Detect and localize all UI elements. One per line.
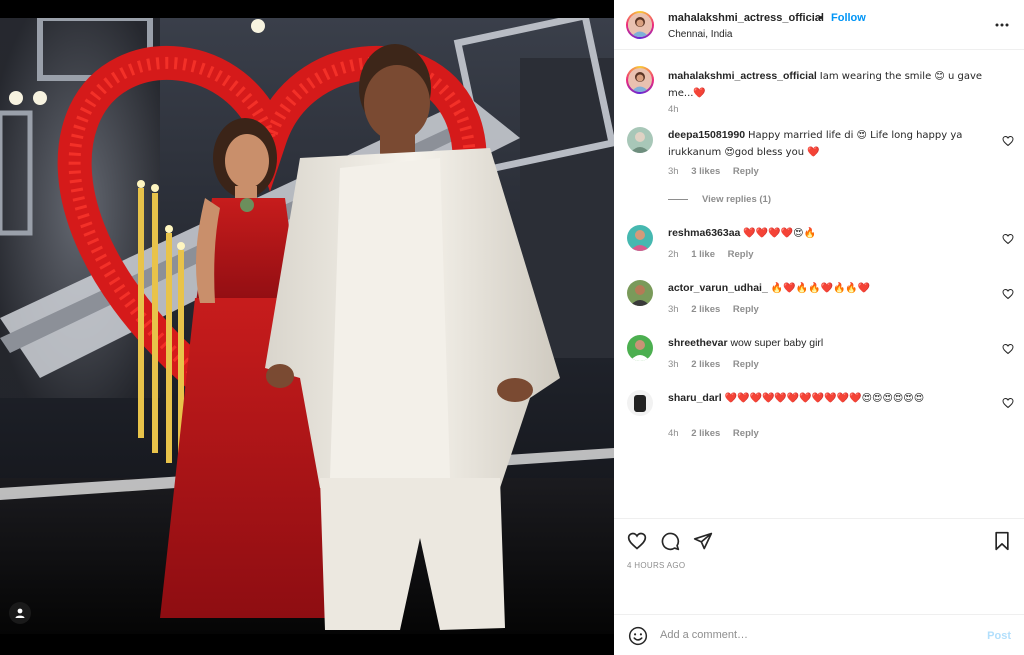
comment-text: ❤️❤️❤️❤️❤️❤️❤️❤️❤️❤️❤️😍😍😍😍😍😍 <box>724 393 925 404</box>
reply-button[interactable]: Reply <box>733 304 759 315</box>
reply-button[interactable]: Reply <box>733 428 759 439</box>
save-bookmark-icon[interactable] <box>992 531 1012 551</box>
add-comment-input[interactable] <box>660 624 970 646</box>
comment-text: 🔥❤️🔥🔥❤️🔥🔥❤️ <box>770 283 871 294</box>
comment-meta: 3h 2 likes Reply <box>668 359 769 370</box>
reply-button[interactable]: Reply <box>733 166 759 177</box>
caption: mahalakshmi_actress_official Iam wearing… <box>614 64 1024 119</box>
comment-time[interactable]: 3h <box>668 304 679 315</box>
commenter-avatar[interactable] <box>627 225 653 251</box>
comment-text-block: deepa15081990 Happy married life di 😍 Li… <box>668 127 988 161</box>
replies-divider-line <box>668 198 688 200</box>
comment-username[interactable]: actor_varun_udhai_ <box>668 282 768 294</box>
tagged-users-icon[interactable] <box>9 602 31 624</box>
caption-username[interactable]: mahalakshmi_actress_official <box>668 70 817 82</box>
caption-time[interactable]: 4h <box>668 104 679 115</box>
comment-likes[interactable]: 2 likes <box>691 304 720 315</box>
comment-likes[interactable]: 1 like <box>691 249 715 260</box>
like-comment-heart-icon[interactable] <box>1002 288 1014 300</box>
post-header: mahalakshmi_actress_official • Follow Ch… <box>614 0 1024 50</box>
comment-username[interactable]: sharu_darl <box>668 392 722 404</box>
caption-avatar[interactable] <box>628 68 652 92</box>
post-photo[interactable] <box>0 18 614 634</box>
comment-bubble-icon[interactable] <box>660 531 680 551</box>
comment-meta: 4h 2 likes Reply <box>668 428 769 439</box>
view-replies-button[interactable]: View replies (1) <box>668 194 771 205</box>
post-actions: 4 HOURS AGO <box>614 518 1024 614</box>
photo-letterbox-top <box>0 0 614 18</box>
comment-likes[interactable]: 2 likes <box>691 428 720 439</box>
commenter-avatar[interactable] <box>627 127 653 153</box>
comment-meta: 3h 2 likes Reply <box>668 304 769 315</box>
like-comment-heart-icon[interactable] <box>1002 135 1014 147</box>
comment-username[interactable]: shreethevar <box>668 337 728 349</box>
comment-text-block: actor_varun_udhai_ 🔥❤️🔥🔥❤️🔥🔥❤️ <box>668 280 988 297</box>
comment-username[interactable]: reshma6363aa <box>668 227 740 239</box>
add-comment-bar: Post <box>614 614 1024 655</box>
post-timestamp[interactable]: 4 HOURS AGO <box>627 561 685 570</box>
post-photo-panel[interactable] <box>0 0 614 655</box>
comment-item: deepa15081990 Happy married life di 😍 Li… <box>614 124 1024 209</box>
photo-illustration <box>0 18 614 634</box>
commenter-avatar[interactable] <box>627 280 653 306</box>
comment-text-block: shreethevar wow super baby girl <box>668 335 988 351</box>
comment-meta: 3h 3 likes Reply <box>668 166 769 177</box>
more-options-icon[interactable] <box>994 17 1010 33</box>
photo-letterbox-bottom <box>0 634 614 655</box>
reply-button[interactable]: Reply <box>733 359 759 370</box>
commenter-avatar[interactable] <box>627 335 653 361</box>
comment-meta: 2h 1 like Reply <box>668 249 764 260</box>
caption-meta: 4h <box>668 104 689 115</box>
post-sidebar: mahalakshmi_actress_official • Follow Ch… <box>614 0 1024 655</box>
post-location[interactable]: Chennai, India <box>668 29 733 40</box>
comment-likes[interactable]: 2 likes <box>691 359 720 370</box>
like-comment-heart-icon[interactable] <box>1002 397 1014 409</box>
separator-dot: • <box>819 12 823 24</box>
emoji-picker-icon[interactable] <box>628 626 648 646</box>
comment-item: actor_varun_udhai_ 🔥❤️🔥🔥❤️🔥🔥❤️ 3h 2 like… <box>614 278 1024 323</box>
author-username[interactable]: mahalakshmi_actress_official <box>668 12 824 24</box>
like-comment-heart-icon[interactable] <box>1002 233 1014 245</box>
comment-item: shreethevar wow super baby girl 3h 2 lik… <box>614 333 1024 378</box>
author-avatar-ring[interactable] <box>626 11 654 39</box>
comment-time[interactable]: 3h <box>668 166 679 177</box>
comment-time[interactable]: 4h <box>668 428 679 439</box>
follow-button[interactable]: Follow <box>831 12 866 24</box>
caption-avatar-ring[interactable] <box>626 66 654 94</box>
like-heart-icon[interactable] <box>627 531 647 551</box>
author-avatar[interactable] <box>628 13 652 37</box>
commenter-avatar[interactable] <box>627 390 653 416</box>
caption-text-block: mahalakshmi_actress_official Iam wearing… <box>668 68 988 102</box>
comment-item: reshma6363aa ❤️❤️❤️❤️😍🔥 2h 1 like Reply <box>614 223 1024 268</box>
like-comment-heart-icon[interactable] <box>1002 343 1014 355</box>
comment-item: sharu_darl ❤️❤️❤️❤️❤️❤️❤️❤️❤️❤️❤️😍😍😍😍😍😍 … <box>614 388 1024 448</box>
post-comment-button[interactable]: Post <box>987 630 1011 642</box>
reply-button[interactable]: Reply <box>728 249 754 260</box>
comment-likes[interactable]: 3 likes <box>691 166 720 177</box>
comment-text-block: sharu_darl ❤️❤️❤️❤️❤️❤️❤️❤️❤️❤️❤️😍😍😍😍😍😍 <box>668 390 988 407</box>
comment-username[interactable]: deepa15081990 <box>668 129 745 141</box>
view-replies-label: View replies (1) <box>702 194 771 205</box>
comment-text: wow super baby girl <box>730 337 824 349</box>
comment-text: ❤️❤️❤️❤️😍🔥 <box>743 228 817 239</box>
comment-time[interactable]: 3h <box>668 359 679 370</box>
comment-text-block: reshma6363aa ❤️❤️❤️❤️😍🔥 <box>668 225 988 242</box>
comment-time[interactable]: 2h <box>668 249 679 260</box>
share-send-icon[interactable] <box>693 531 713 551</box>
